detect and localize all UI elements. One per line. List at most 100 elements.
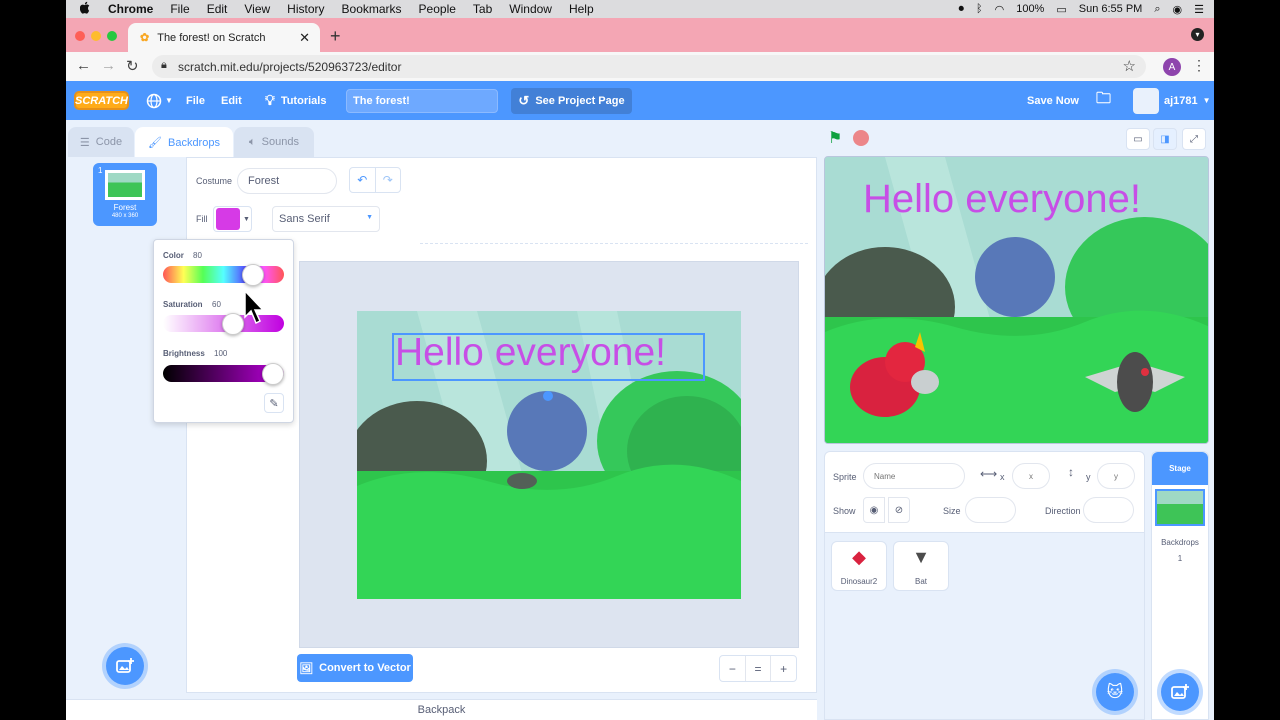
menu-view[interactable]: View	[244, 2, 270, 16]
stage-selector[interactable]: Stage Backdrops 1	[1151, 451, 1209, 720]
tab-search-icon[interactable]: ▾	[1191, 28, 1204, 41]
small-stage-button[interactable]: ▭	[1126, 128, 1150, 150]
clock[interactable]: Sun 6:55 PM	[1079, 3, 1143, 15]
menu-people[interactable]: People	[419, 2, 456, 16]
lightbulb-icon: 💡︎	[265, 92, 275, 108]
menu-tab[interactable]: Tab	[473, 2, 492, 16]
reload-icon[interactable]: ↻	[126, 57, 139, 75]
account-menu[interactable]: aj1781 ▼	[1133, 81, 1211, 120]
direction-input[interactable]	[1083, 497, 1134, 523]
undo-icon[interactable]: ↶	[350, 168, 376, 192]
size-input[interactable]	[965, 497, 1016, 523]
color-slider-knob[interactable]	[242, 264, 264, 286]
forward-icon[interactable]: →	[101, 57, 116, 74]
menu-history[interactable]: History	[287, 2, 324, 16]
tutorials-button[interactable]: 💡︎ Tutorials	[265, 81, 326, 120]
costume-name-input[interactable]: Forest	[237, 168, 337, 194]
large-stage-button[interactable]: ◨	[1153, 128, 1177, 150]
stage-thumbnail	[1155, 489, 1205, 526]
size-label: Size	[943, 506, 961, 516]
costume-item[interactable]: 1 Forest 480 x 360	[93, 163, 157, 226]
siri-icon[interactable]: ◉	[1173, 3, 1183, 16]
file-menu[interactable]: File	[186, 81, 205, 120]
save-now-button[interactable]: Save Now	[1027, 81, 1079, 120]
brightness-slider-knob[interactable]	[262, 363, 284, 385]
choose-stage-backdrop-button[interactable]	[1161, 673, 1199, 711]
minimize-window-icon[interactable]	[91, 31, 101, 41]
saturation-slider-knob[interactable]	[222, 313, 244, 335]
back-icon[interactable]: ←	[76, 57, 91, 74]
see-project-page-button[interactable]: ↺ See Project Page	[511, 88, 632, 114]
fullscreen-icon[interactable]: ⤢	[1182, 128, 1206, 150]
my-stuff-folder-icon[interactable]: 🗀	[1096, 81, 1111, 120]
costume-thumbnail	[105, 170, 145, 200]
spotlight-icon[interactable]: ⌕	[1154, 3, 1160, 16]
language-menu[interactable]: ▼	[146, 81, 173, 120]
font-dropdown[interactable]: Sans Serif ▼	[272, 206, 380, 232]
y-arrows-icon: ↕	[1068, 465, 1074, 479]
battery-icon[interactable]: ▭	[1056, 3, 1066, 16]
url-bar[interactable]: 🔒︎ scratch.mit.edu/projects/520963723/ed…	[152, 55, 1146, 78]
lock-icon[interactable]: 🔒︎	[161, 59, 167, 72]
close-tab-icon[interactable]: ✕	[299, 30, 310, 46]
apple-menu-icon[interactable]	[79, 1, 91, 17]
scratch-favicon-icon: ✿	[140, 32, 150, 44]
menu-help[interactable]: Help	[569, 2, 594, 16]
profile-avatar[interactable]: A	[1163, 58, 1181, 76]
sprite-name-input[interactable]	[863, 463, 965, 489]
rotate-handle[interactable]	[543, 391, 553, 401]
choose-backdrop-button[interactable]	[106, 647, 144, 685]
avatar	[1133, 87, 1159, 114]
eyedropper-icon[interactable]: ✎	[264, 393, 284, 413]
bookmark-star-icon[interactable]: ☆	[1123, 57, 1136, 75]
sprite-item-bat[interactable]: ▼ Bat	[893, 541, 949, 591]
x-label: x	[1000, 472, 1005, 482]
bluetooth-icon[interactable]: ᛒ	[976, 3, 983, 15]
menu-file[interactable]: File	[170, 2, 189, 16]
scratch-logo[interactable]: SCRATCH	[74, 91, 129, 110]
tab-code[interactable]: ☰ Code	[68, 127, 134, 157]
zoom-out-button[interactable]: −	[720, 656, 746, 681]
fill-color-picker[interactable]: ▼	[213, 206, 252, 232]
account-chevron-icon: ▼	[1202, 96, 1211, 105]
green-flag-icon[interactable]: ⚑	[828, 128, 842, 148]
paintbrush-icon: 🖌︎	[148, 137, 162, 149]
tab-sounds[interactable]: 🔈︎ Sounds	[234, 127, 314, 157]
hide-eye-icon[interactable]: ⊘	[888, 497, 910, 523]
stop-icon[interactable]	[853, 130, 869, 146]
backpack-bar[interactable]: Backpack	[66, 699, 817, 720]
edit-menu[interactable]: Edit	[221, 81, 242, 120]
convert-to-vector-button[interactable]: 🖼︎ Convert to Vector	[297, 654, 413, 682]
record-icon[interactable]: ⏺	[958, 3, 964, 16]
menu-bookmarks[interactable]: Bookmarks	[342, 2, 402, 16]
control-center-icon[interactable]: ☰	[1194, 3, 1204, 16]
canvas-text[interactable]: Hello everyone!	[395, 331, 666, 375]
menu-edit[interactable]: Edit	[207, 2, 228, 16]
choose-sprite-button[interactable]: 🐱︎	[1096, 673, 1134, 711]
zoom-reset-button[interactable]: =	[746, 656, 772, 681]
app-menu[interactable]: Chrome	[108, 2, 153, 16]
project-title-input[interactable]: The forest!	[346, 89, 498, 113]
maximize-window-icon[interactable]	[107, 31, 117, 41]
editor-workspace: ☰ Code 🖌︎ Backdrops 🔈︎ Sounds 1 Forest 480 …	[66, 120, 1214, 720]
username: aj1781	[1164, 94, 1198, 107]
paint-canvas[interactable]: Hello everyone!	[357, 311, 741, 599]
sprite-item-dinosaur2[interactable]: ◆ Dinosaur2	[831, 541, 887, 591]
redo-icon[interactable]: ↷	[376, 168, 401, 192]
stage-canvas[interactable]: Hello everyone!	[824, 156, 1209, 444]
wifi-icon[interactable]: ◠	[995, 3, 1005, 16]
menu-window[interactable]: Window	[509, 2, 552, 16]
backdrops-count: 1	[1177, 554, 1183, 563]
tab-backdrops[interactable]: 🖌︎ Backdrops	[135, 127, 233, 158]
zoom-in-button[interactable]: +	[771, 656, 796, 681]
x-position-input[interactable]	[1012, 463, 1050, 489]
sprite-name-dinosaur2: Dinosaur2	[840, 577, 878, 586]
show-eye-icon[interactable]: ◉	[863, 497, 885, 523]
new-tab-icon[interactable]: +	[330, 26, 341, 47]
close-window-icon[interactable]	[75, 31, 85, 41]
browser-tab[interactable]: ✿ The forest! on Scratch ✕	[128, 23, 320, 52]
y-position-input[interactable]	[1097, 463, 1135, 489]
costume-size: 480 x 360	[111, 213, 139, 219]
color-slider[interactable]	[163, 266, 284, 283]
chrome-menu-icon[interactable]: ⋮	[1192, 57, 1206, 74]
